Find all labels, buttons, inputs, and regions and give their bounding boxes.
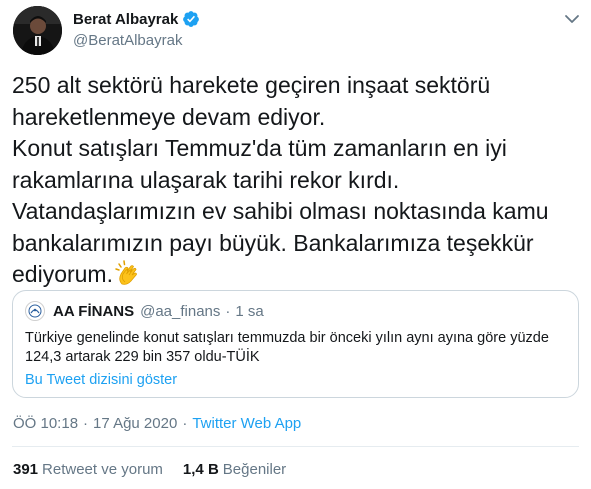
chevron-down-icon[interactable] <box>563 10 581 28</box>
tweet-time[interactable]: ÖÖ 10:18 <box>13 415 78 432</box>
divider <box>12 446 579 447</box>
verified-badge-icon <box>182 10 200 28</box>
tweet-text-line: ediyorum. <box>12 261 113 287</box>
quoted-text-line: Türkiye genelinde konut satışları temmuz… <box>25 330 549 346</box>
likes-label: Beğeniler <box>222 461 287 478</box>
quoted-author-name: AA FİNANS <box>53 302 135 320</box>
retweets-stat[interactable]: 391 Retweet ve yorum <box>13 461 163 478</box>
author-name-row[interactable]: Berat Albayrak <box>73 10 200 28</box>
tweet-source-link[interactable]: Twitter Web App <box>192 415 301 432</box>
tweet-text-line: bankalarımızın payı büyük. Bankalarımıza… <box>12 229 534 256</box>
meta-separator: · <box>83 415 89 432</box>
quoted-tweet-header: AA FİNANS @aa_finans · 1 sa <box>25 301 264 321</box>
retweets-count: 391 <box>13 461 39 478</box>
tweet-text-line: Vatandaşlarımızın ev sahibi olması nokta… <box>12 198 549 224</box>
author-handle[interactable]: @BeratAlbayrak <box>73 32 182 49</box>
author-display-name[interactable]: Berat Albayrak <box>73 11 178 28</box>
quoted-dot-separator: · <box>225 302 231 320</box>
quoted-text-line: 124,3 artarak 229 bin 357 oldu-TÜİK <box>25 349 260 365</box>
quoted-timestamp: 1 sa <box>235 302 264 320</box>
author-avatar[interactable] <box>13 6 62 55</box>
quoted-tweet-text: Türkiye genelinde konut satışları temmuz… <box>25 329 570 367</box>
tweet-card: Berat Albayrak @BeratAlbayrak 250 alt se… <box>0 0 591 489</box>
quoted-author-avatar <box>25 301 45 321</box>
likes-count: 1,4 B <box>182 461 219 478</box>
tweet-text: 250 alt sektörü harekete geçiren inşaat … <box>12 70 582 295</box>
retweets-label: Retweet ve yorum <box>42 461 163 478</box>
likes-stat[interactable]: 1,4 B Beğeniler <box>183 461 286 478</box>
quoted-tweet[interactable]: AA FİNANS @aa_finans · 1 sa Türkiye gene… <box>12 290 579 398</box>
meta-separator: · <box>182 415 188 432</box>
tweet-meta: ÖÖ 10:18 · 17 Ağu 2020 · Twitter Web App <box>13 415 301 432</box>
tweet-text-line: rakamlarına ulaşarak tarihi rekor kırdı. <box>12 166 400 193</box>
tweet-date[interactable]: 17 Ağu 2020 <box>93 415 177 432</box>
tweet-text-line: Konut satışları Temmuz'da tüm zamanların… <box>12 135 507 161</box>
show-thread-link[interactable]: Bu Tweet dizisini göster <box>25 372 177 388</box>
tweet-text-line: 250 alt sektörü harekete geçiren inşaat … <box>12 72 491 98</box>
tweet-stats: 391 Retweet ve yorum 1,4 B Beğeniler <box>13 461 306 478</box>
tweet-text-line: hareketlenmeye devam ediyor. <box>12 103 326 130</box>
quoted-author-handle: @aa_finans <box>140 302 221 320</box>
